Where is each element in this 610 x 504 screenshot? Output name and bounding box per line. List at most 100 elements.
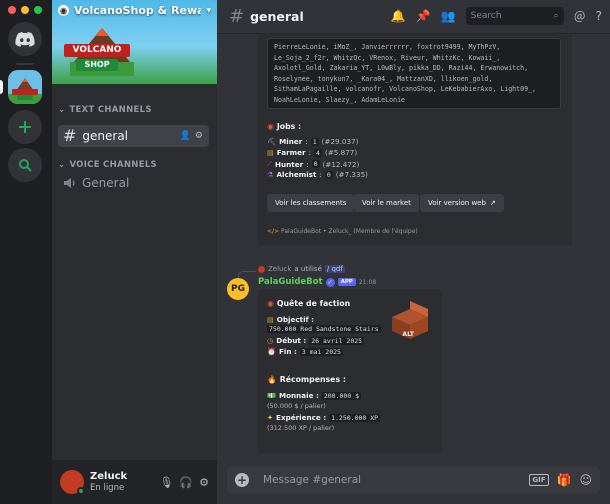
fire-icon: 🔥 bbox=[267, 375, 277, 384]
chevron-down-icon: ▾ bbox=[206, 5, 211, 16]
clipboard-icon: ▤ bbox=[267, 315, 274, 324]
view-rankings-button[interactable]: Voir les classements bbox=[267, 194, 355, 212]
clock-icon: ◷ bbox=[267, 336, 274, 345]
channel-name: general bbox=[82, 129, 129, 143]
bot-name[interactable]: PalaGuideBot bbox=[258, 277, 323, 287]
search-placeholder: Search bbox=[470, 11, 502, 21]
gear-icon[interactable]: ⚙ bbox=[195, 131, 203, 141]
server-rail bbox=[0, 0, 52, 504]
app-badge: APP bbox=[337, 278, 356, 286]
members-icon[interactable]: 👥 bbox=[441, 9, 456, 23]
category-label: VOICE CHANNELS bbox=[69, 160, 157, 170]
chat-area: # general 🔔 📌 👥 Search ⌕ ＠ ? PierreLeLon… bbox=[217, 0, 610, 504]
banner-logo-volcano-text: VOLCANO bbox=[64, 44, 130, 57]
money-sub-row: (50.000 $ / palier) bbox=[267, 402, 326, 410]
gift-icon[interactable]: 🎁 bbox=[557, 473, 572, 487]
money-icon: 💵 bbox=[267, 391, 276, 400]
gear-icon[interactable]: ⚙ bbox=[199, 476, 209, 489]
category-text-channels[interactable]: ⌄ TEXT CHANNELS bbox=[58, 105, 152, 115]
message-timestamp: 21:08 bbox=[358, 278, 377, 286]
home-button[interactable] bbox=[8, 22, 42, 56]
rewards-title: 🔥 Récompenses : bbox=[267, 375, 346, 384]
rail-separator bbox=[16, 63, 34, 65]
user-avatar[interactable] bbox=[60, 470, 85, 495]
invite-icon[interactable]: 👤 bbox=[180, 131, 191, 141]
bell-icon[interactable]: 🔔 bbox=[391, 9, 406, 23]
verified-icon: ✓ bbox=[325, 277, 335, 287]
channel-name: General bbox=[82, 176, 130, 190]
potion-icon: ⚗ bbox=[267, 170, 274, 179]
text-channel-icon: # bbox=[229, 6, 245, 27]
discord-logo-icon bbox=[15, 31, 35, 47]
speaker-icon bbox=[64, 178, 75, 188]
window-controls bbox=[8, 6, 42, 14]
search-icon: ⌕ bbox=[553, 11, 559, 21]
gif-icon[interactable]: GIF bbox=[529, 474, 549, 486]
explore-servers-button[interactable] bbox=[8, 148, 42, 182]
channel-item-general[interactable]: # general 👤 ⚙ bbox=[58, 125, 209, 147]
channel-header: # general 🔔 📌 👥 Search ⌕ ＠ ? bbox=[217, 0, 610, 34]
objective-value-row: 750.000 Red Sandstone Stairs bbox=[267, 325, 381, 333]
username: Zeluck bbox=[90, 470, 128, 482]
mentions-icon[interactable]: ＠ bbox=[574, 8, 586, 25]
message-input[interactable]: Message #general bbox=[263, 474, 361, 486]
bot-message-header: PalaGuideBot ✓ APP 21:08 bbox=[258, 277, 376, 287]
user-status: En ligne bbox=[90, 482, 125, 493]
faction-quest-embed: ALT ◉ Quête de faction ▤ Objectif : 750.… bbox=[258, 289, 442, 454]
external-link-icon: ↗ bbox=[489, 199, 496, 207]
xp-reward-row: ✦ Expérience : 1.250.000 XP bbox=[267, 413, 381, 422]
hay-icon: ▤ bbox=[267, 148, 274, 157]
channel-title: general bbox=[250, 9, 304, 24]
volcano-shop-logo-icon bbox=[8, 70, 42, 104]
server-banner[interactable]: VOLCANO SHOP ◉ VolcanoShop & Rewa... ▾ bbox=[52, 0, 217, 84]
start-date-row: ◷ Début : 26 avril 2025 bbox=[267, 336, 365, 345]
category-voice-channels[interactable]: ⌄ VOICE CHANNELS bbox=[58, 160, 157, 170]
user-avatar-small bbox=[258, 265, 265, 273]
help-icon[interactable]: ? bbox=[596, 9, 602, 23]
zoom-window-button[interactable] bbox=[34, 6, 42, 14]
jobs-title: ◉ Jobs : bbox=[267, 122, 302, 131]
add-attachment-icon[interactable]: + bbox=[235, 473, 249, 487]
alarm-icon: ⏰ bbox=[267, 347, 276, 356]
objective-value: 750.000 Red Sandstone Stairs bbox=[267, 325, 381, 333]
slash-command-label[interactable]: / qdf bbox=[324, 265, 345, 273]
discord-app: VOLCANO SHOP ◉ VolcanoShop & Rewa... ▾ ⌄… bbox=[0, 0, 610, 504]
selected-server-indicator bbox=[0, 80, 3, 94]
channel-sidebar: VOLCANO SHOP ◉ VolcanoShop & Rewa... ▾ ⌄… bbox=[52, 0, 217, 504]
voice-channel-general[interactable]: General bbox=[58, 172, 209, 194]
job-row: ▤ Farmer: 4 (#5.877) bbox=[267, 148, 358, 157]
thumbnail-label: ALT bbox=[402, 331, 414, 338]
search-input[interactable]: Search ⌕ bbox=[465, 7, 564, 25]
message-composer[interactable]: + Message #general GIF 🎁 ☺ bbox=[227, 466, 600, 494]
player-stats-embed: PierreLeLonie, iMoZ_, Janvierrrrrr, foxt… bbox=[258, 34, 572, 246]
command-reply-header[interactable]: Zeluck a utilisé / qdf bbox=[258, 265, 345, 273]
pin-icon[interactable]: 📌 bbox=[416, 9, 431, 23]
text-channel-icon: # bbox=[63, 126, 77, 145]
user-panel: Zeluck En ligne 🎙 🎧 ⚙ bbox=[52, 460, 217, 504]
job-row: ⛏ Miner: 1 (#29.037) bbox=[267, 137, 359, 146]
headphones-icon[interactable]: 🎧 bbox=[179, 476, 193, 489]
chevron-down-icon: ⌄ bbox=[58, 105, 66, 115]
server-name-header[interactable]: ◉ VolcanoShop & Rewa... ▾ bbox=[58, 4, 211, 17]
banner-logo-shop-text: SHOP bbox=[76, 59, 118, 71]
emoji-icon[interactable]: ☺ bbox=[579, 473, 592, 487]
add-server-button[interactable] bbox=[8, 110, 42, 144]
microphone-icon[interactable]: 🎙 bbox=[159, 476, 173, 489]
server-name: VolcanoShop & Rewa... bbox=[74, 4, 202, 17]
job-row: ⟋ Hunter: 0 (#12.472) bbox=[267, 159, 360, 169]
server-icon-volcanoshop[interactable] bbox=[8, 70, 42, 104]
search-icon bbox=[19, 159, 32, 172]
money-reward-row: 💵 Monnaie : 200.000 $ bbox=[267, 391, 362, 400]
target-icon: ◉ bbox=[267, 122, 274, 131]
pickaxe-icon: ⛏ bbox=[267, 137, 277, 146]
target-icon: ◉ bbox=[267, 299, 274, 308]
sword-icon: ⟋ bbox=[267, 159, 273, 168]
close-window-button[interactable] bbox=[8, 6, 16, 14]
code-icon: </> bbox=[267, 228, 280, 235]
view-market-button[interactable]: Voir le market bbox=[354, 194, 419, 212]
bot-avatar[interactable]: PG bbox=[227, 278, 249, 300]
message-list: PierreLeLonie, iMoZ_, Janvierrrrrr, foxt… bbox=[217, 34, 610, 458]
view-web-version-button[interactable]: Voir version web ↗ bbox=[420, 194, 504, 212]
minimize-window-button[interactable] bbox=[21, 6, 29, 14]
players-codeblock: PierreLeLonie, iMoZ_, Janvierrrrrr, foxt… bbox=[267, 38, 561, 109]
